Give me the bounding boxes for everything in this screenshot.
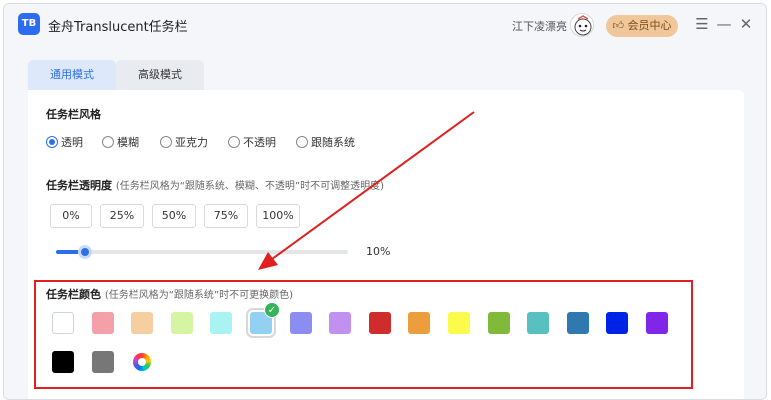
opacity-preset-50[interactable]: 50%	[152, 204, 196, 228]
opacity-section-title: 任务栏透明度 (任务栏风格为“跟随系统、模糊、不透明”时不可调整透明度)	[46, 177, 384, 193]
color-swatch[interactable]	[408, 312, 430, 334]
color-swatch[interactable]	[52, 351, 74, 373]
radio-blur[interactable]: 模糊	[102, 134, 139, 150]
radio-acrylic[interactable]: 亚克力	[160, 134, 208, 150]
style-section-title: 任务栏风格	[46, 108, 101, 121]
vip-label: 会员中心	[627, 19, 672, 32]
tab-general[interactable]: 通用模式	[28, 60, 116, 90]
avatar-icon	[574, 15, 592, 36]
color-section-title: 任务栏颜色 (任务栏风格为“跟随系统”时不可更换颜色)	[46, 286, 293, 302]
color-wheel-icon[interactable]	[133, 353, 151, 371]
color-swatch[interactable]	[488, 312, 510, 334]
check-icon: ✓	[264, 302, 280, 318]
opacity-preset-25[interactable]: 25%	[100, 204, 144, 228]
color-title-text: 任务栏颜色	[46, 288, 101, 301]
opacity-value: 10%	[366, 245, 391, 258]
radio-transparent[interactable]: 透明	[46, 134, 83, 150]
color-swatch[interactable]	[52, 312, 74, 334]
slider-thumb[interactable]	[78, 245, 92, 259]
color-note: (任务栏风格为“跟随系统”时不可更换颜色)	[104, 290, 294, 301]
radio-follow-system[interactable]: 跟随系统	[296, 134, 355, 150]
avatar[interactable]	[570, 13, 594, 37]
color-swatch[interactable]	[527, 312, 549, 334]
opacity-title-text: 任务栏透明度	[46, 179, 112, 192]
color-swatch[interactable]	[171, 312, 193, 334]
color-swatch[interactable]	[92, 312, 114, 334]
hamburger-icon[interactable]: ☰	[694, 14, 710, 34]
radio-opaque[interactable]: 不透明	[228, 134, 276, 150]
radio-label: 不透明	[243, 136, 276, 149]
minimize-icon[interactable]: —	[716, 14, 732, 34]
radio-label: 跟随系统	[311, 136, 355, 149]
vip-center-button[interactable]: 👍︎ 会员中心	[606, 15, 678, 37]
radio-dot	[46, 136, 58, 148]
app-title: 金舟Translucent任务栏	[48, 20, 188, 35]
color-swatch[interactable]	[210, 312, 232, 334]
app-logo: TB	[18, 13, 40, 35]
color-swatch[interactable]	[606, 312, 628, 334]
app-window: TB 金舟Translucent任务栏 江下凌漂亮 👍︎ 会员中心 ☰ — ✕ …	[3, 3, 767, 400]
color-swatch[interactable]	[369, 312, 391, 334]
opacity-preset-75[interactable]: 75%	[204, 204, 248, 228]
radio-label: 模糊	[117, 136, 139, 149]
color-swatch[interactable]	[131, 312, 153, 334]
title-bar: TB 金舟Translucent任务栏 江下凌漂亮 👍︎ 会员中心 ☰ — ✕	[4, 4, 766, 50]
radio-dot	[102, 136, 114, 148]
radio-dot	[296, 136, 308, 148]
radio-dot	[160, 136, 172, 148]
close-icon[interactable]: ✕	[738, 14, 754, 34]
color-swatch[interactable]	[448, 312, 470, 334]
settings-panel: 任务栏风格 透明 模糊 亚克力 不透明 跟随系统 任务栏透明度 (任务栏风格为“…	[28, 90, 744, 399]
opacity-preset-0[interactable]: 0%	[50, 204, 92, 228]
color-swatch[interactable]	[92, 351, 114, 373]
thumb-up-icon: 👍︎	[612, 19, 625, 32]
color-swatch[interactable]	[290, 312, 312, 334]
opacity-note: (任务栏风格为“跟随系统、模糊、不透明”时不可调整透明度)	[115, 181, 385, 192]
radio-label: 亚克力	[175, 136, 208, 149]
username[interactable]: 江下凌漂亮	[512, 18, 567, 34]
tab-advanced[interactable]: 高级模式	[116, 60, 204, 90]
color-swatch[interactable]	[567, 312, 589, 334]
radio-dot	[228, 136, 240, 148]
opacity-slider[interactable]	[56, 245, 348, 259]
color-swatch[interactable]	[646, 312, 668, 334]
opacity-preset-100[interactable]: 100%	[256, 204, 300, 228]
radio-label: 透明	[61, 136, 83, 149]
color-swatch[interactable]	[329, 312, 351, 334]
